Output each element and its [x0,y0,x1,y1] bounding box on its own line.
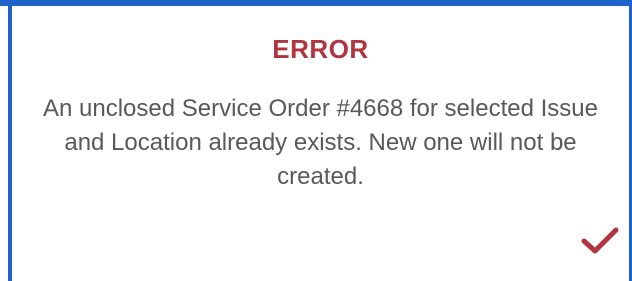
dialog-message: An unclosed Service Order #4668 for sele… [43,95,598,190]
checkmark-icon [581,227,619,254]
error-dialog: ERROR An unclosed Service Order #4668 fo… [12,6,629,281]
dialog-title: ERROR [272,34,369,64]
confirm-button[interactable] [578,220,622,260]
